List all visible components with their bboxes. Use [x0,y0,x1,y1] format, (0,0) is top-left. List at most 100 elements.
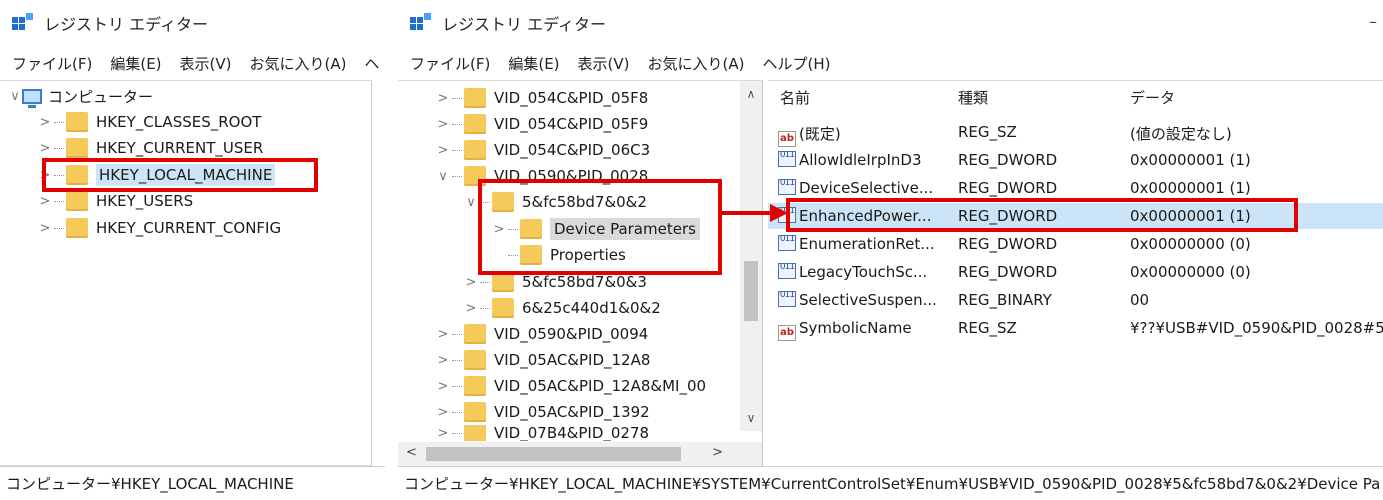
tree-node-vid-054c-pid-05f9[interactable]: > VID_054C&PID_05F9 [436,111,648,137]
menu-edit[interactable]: 編集(E) [110,53,161,74]
tree-horizontal-scrollbar[interactable]: < > [398,442,762,466]
value-row[interactable]: 011 DeviceSelective... REG_DWORD 0x000000… [768,175,1383,201]
tree-node-label: コンピューター [48,87,154,106]
tree-node-hkey-users[interactable]: > HKEY_USERS [38,188,193,214]
collapse-icon[interactable]: ∨ [436,169,450,184]
menu-view[interactable]: 表示(V) [578,53,630,74]
expand-icon[interactable]: > [464,301,478,316]
column-header-data[interactable]: データ [1130,87,1175,108]
value-type: REG_SZ [958,319,1017,337]
value-data: 0x00000000 (0) [1130,235,1251,253]
tree-node-label: HKEY_CLASSES_ROOT [96,113,262,131]
value-row[interactable]: 011 EnumerationRet... REG_DWORD 0x0000000… [768,231,1383,257]
column-header-name[interactable]: 名前 [780,87,810,108]
menu-help[interactable]: ヘルプ(H) [762,53,830,74]
value-data: 0x00000001 (1) [1130,151,1251,169]
scroll-up-icon[interactable]: ∧ [740,87,762,101]
expand-icon[interactable]: > [436,405,450,420]
folder-icon [66,112,88,132]
tree-node-computer[interactable]: ∨ コンピューター [8,83,153,109]
annotation-arrow-head-icon [770,204,788,222]
menu-file[interactable]: ファイル(F) [12,53,92,74]
tree-node-vid-07b4-pid-0278[interactable]: > VID_07B4&PID_0278 [436,425,649,441]
expand-icon[interactable]: > [436,117,450,132]
value-row[interactable]: ab (既定) REG_SZ (値の設定なし) [768,119,1383,147]
tree-node-label: HKEY_CURRENT_CONFIG [96,219,282,237]
tree-node-device-parameters[interactable]: > Device Parameters [492,216,700,242]
values-list-pane: 名前 種類 データ ab (既定) REG_SZ (値の設定なし) 011 Allo… [768,80,1383,466]
collapse-icon[interactable]: ∨ [464,195,478,210]
tree-node-properties[interactable]: Properties [492,242,626,268]
annotation-arrow-line [722,211,772,215]
tree-node-vid-0590-pid-0028[interactable]: ∨ VID_0590&PID_0028 [436,163,648,189]
tree-node-hkey-local-machine[interactable]: > HKEY_LOCAL_MACHINE [38,162,276,188]
value-row[interactable]: 011 LegacyTouchSc... REG_DWORD 0x00000000… [768,259,1383,285]
key-tree-pane: ∨ コンピューター > HKEY_CLASSES_ROOT > HKEY_CUR… [0,80,372,466]
folder-icon [66,218,88,238]
expand-icon[interactable]: > [436,91,450,106]
value-name: (既定) [799,125,841,143]
value-type: REG_BINARY [958,291,1052,309]
expand-icon[interactable]: > [436,353,450,368]
tree-node-vid-05ac-pid-12a8[interactable]: > VID_05AC&PID_12A8 [436,347,650,373]
menu-file[interactable]: ファイル(F) [410,53,490,74]
folder-icon [66,165,88,185]
value-name: EnumerationRet... [799,235,935,253]
tree-node-vid-0590-pid-0094[interactable]: > VID_0590&PID_0094 [436,321,648,347]
expand-icon[interactable]: > [38,221,52,236]
value-row[interactable]: ab SymbolicName REG_SZ ¥??¥USB#VID_0590&P… [768,315,1383,341]
string-value-icon: ab [778,131,796,147]
menu-favorites[interactable]: お気に入り(A) [250,53,347,74]
expand-icon[interactable]: > [38,194,52,209]
expand-icon[interactable]: > [436,379,450,394]
scroll-thumb[interactable] [426,447,681,461]
scroll-down-icon[interactable]: ∨ [740,411,762,425]
folder-icon [66,191,88,211]
column-header-type[interactable]: 種類 [958,87,988,108]
tree-node-5-fc58bd7-0-3[interactable]: > 5&fc58bd7&0&3 [464,269,647,295]
value-row-selected[interactable]: 011 EnhancedPower... REG_DWORD 0x00000001… [768,203,1383,229]
value-name: AllowIdleIrpInD3 [799,151,922,169]
expand-icon[interactable]: > [464,275,478,290]
tree-node-vid-05ac-pid-12a8-mi-00[interactable]: > VID_05AC&PID_12A8&MI_00 [436,373,706,399]
menu-view[interactable]: 表示(V) [180,53,232,74]
expand-icon[interactable]: > [38,168,52,183]
expand-icon[interactable]: > [436,143,450,158]
menu-edit[interactable]: 編集(E) [508,53,559,74]
tree-node-5-fc58bd7-0-2[interactable]: ∨ 5&fc58bd7&0&2 [464,189,647,215]
tree-node-label: VID_0590&PID_0094 [494,325,649,343]
tree-vertical-scrollbar[interactable]: ∧ ∨ [740,81,762,431]
folder-icon [464,324,486,344]
folder-icon [492,192,514,212]
collapse-icon[interactable]: ∨ [8,89,22,104]
tree-node-6-25c440d1-0-2[interactable]: > 6&25c440d1&0&2 [464,295,661,321]
tree-node-hkey-current-config[interactable]: > HKEY_CURRENT_CONFIG [38,215,281,241]
expand-icon[interactable]: > [436,426,450,441]
folder-icon [464,88,486,108]
expand-icon[interactable]: > [492,222,506,237]
value-row[interactable]: 011 SelectiveSuspen... REG_BINARY 00 [768,287,1383,313]
menu-favorites[interactable]: お気に入り(A) [648,53,745,74]
minimize-button[interactable]: – [1369,12,1377,31]
tree-node-vid-05ac-pid-1392[interactable]: > VID_05AC&PID_1392 [436,399,650,425]
scroll-thumb[interactable] [744,261,758,321]
tree-node-vid-054c-pid-05f8[interactable]: > VID_054C&PID_05F8 [436,85,648,111]
tree-node-hkey-classes-root[interactable]: > HKEY_CLASSES_ROOT [38,109,261,135]
registry-editor-window-right: レジストリ エディター – ファイル(F) 編集(E) 表示(V) お気に入り(… [398,0,1383,500]
tree-node-label: 5&fc58bd7&0&2 [522,193,647,211]
value-data: (値の設定なし) [1130,125,1232,143]
value-type: REG_SZ [958,123,1017,141]
scroll-left-icon[interactable]: < [406,445,417,460]
expand-icon[interactable]: > [38,115,52,130]
value-data: 0x00000000 (0) [1130,263,1251,281]
expand-icon[interactable]: > [38,141,52,156]
registry-editor-app-icon [12,13,34,33]
tree-node-vid-054c-pid-06c3[interactable]: > VID_054C&PID_06C3 [436,137,650,163]
menu-help-truncated[interactable]: ヘ [364,53,379,74]
value-row[interactable]: 011 AllowIdleIrpInD3 REG_DWORD 0x00000001… [768,147,1383,173]
expand-icon[interactable]: > [436,327,450,342]
value-type: REG_DWORD [958,235,1058,253]
value-data: ¥??¥USB#VID_0590&PID_0028#5& [1130,319,1383,337]
scroll-right-icon[interactable]: > [712,445,723,460]
tree-node-hkey-current-user[interactable]: > HKEY_CURRENT_USER [38,135,263,161]
